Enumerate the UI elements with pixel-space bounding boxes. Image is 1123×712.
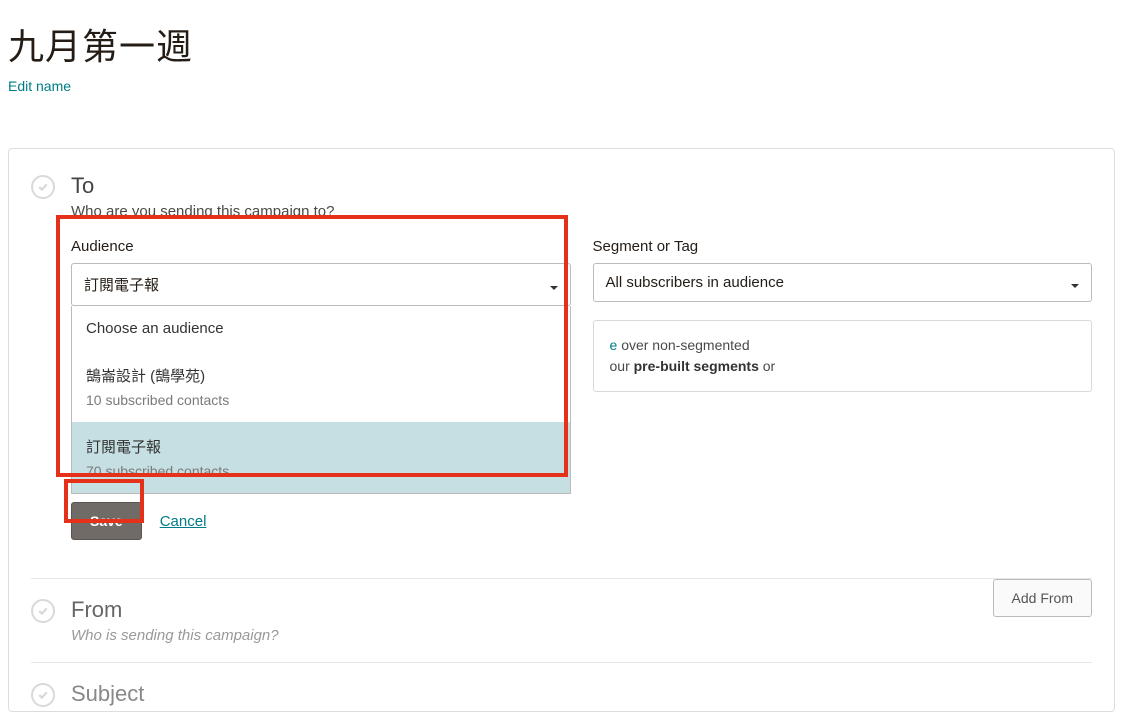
info-text-1: over non-segmented [621,337,749,353]
audience-selected-value: 訂閱電子報 [84,274,159,295]
segment-info-box: e over non-segmented our pre-built segme… [593,320,1093,392]
chevron-down-icon [549,280,559,290]
dropdown-option-1-sub: 70 subscribed contacts [86,463,556,479]
check-icon [31,599,55,623]
chevron-down-icon [1070,278,1080,288]
audience-select[interactable]: 訂閱電子報 [71,263,571,306]
edit-name-link[interactable]: Edit name [8,78,71,94]
audience-dropdown: Choose an audience 鵠崙設計 (鵠學苑) 10 subscri… [71,306,571,494]
segment-select[interactable]: All subscribers in audience [593,263,1093,302]
info-link-fragment[interactable]: e [610,337,618,353]
dropdown-option-0-sub: 10 subscribed contacts [86,392,556,408]
section-from: From Who is sending this campaign? Add F… [31,578,1092,644]
section-to: To Who are you sending this campaign to?… [31,173,1092,560]
add-from-button[interactable]: Add From [993,579,1092,617]
dropdown-option-0[interactable]: 鵠崙設計 (鵠學苑) 10 subscribed contacts [72,351,570,422]
save-button[interactable]: Save [71,502,142,540]
dropdown-option-1[interactable]: 訂閱電子報 70 subscribed contacts [72,422,570,493]
audience-label: Audience [71,238,571,255]
from-subtitle: Who is sending this campaign? [71,627,1092,644]
subject-title: Subject [71,681,1092,707]
segment-selected-value: All subscribers in audience [606,274,784,291]
info-text-3: or [763,358,775,374]
section-subject: Subject [31,662,1092,711]
dropdown-choose[interactable]: Choose an audience [72,306,570,351]
check-icon [31,683,55,707]
to-subtitle: Who are you sending this campaign to? [71,203,1092,220]
info-text-2: our [610,358,634,374]
dropdown-option-1-name: 訂閱電子報 [86,436,556,457]
page-title: 九月第一週 [8,18,1115,70]
info-bold: pre-built segments [634,358,759,374]
dropdown-option-0-name: 鵠崙設計 (鵠學苑) [86,365,556,386]
segment-label: Segment or Tag [593,238,1093,255]
cancel-button[interactable]: Cancel [160,513,207,530]
to-title: To [71,173,1092,199]
dropdown-choose-label: Choose an audience [86,320,556,337]
from-title: From [71,597,1092,623]
check-icon [31,175,55,199]
